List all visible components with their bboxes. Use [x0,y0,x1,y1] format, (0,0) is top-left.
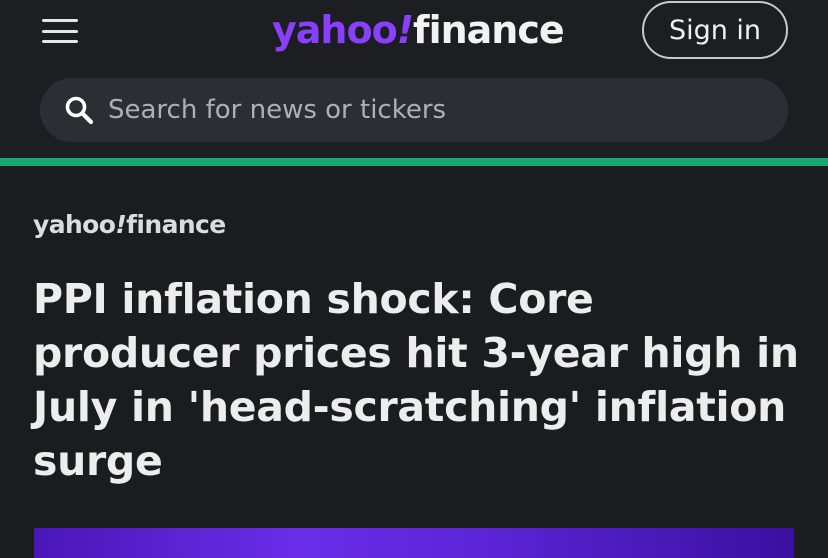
source-yahoo-text: yahoo [33,210,116,239]
article-container: yahoo!finance PPI inflation shock: Core … [0,166,828,558]
source-bang-text: ! [115,210,127,239]
article-headline: PPI inflation shock: Core producer price… [33,275,799,485]
top-header: yahoo!finance Sign in [0,0,828,160]
yahoo-finance-logo[interactable]: yahoo!finance [272,6,565,54]
menu-line [42,19,78,22]
hamburger-menu-icon[interactable] [40,14,80,48]
search-bar[interactable] [40,78,788,142]
menu-line [42,29,78,33]
logo-bang-text: ! [396,8,414,52]
accent-divider [0,158,828,166]
logo-finance-text: finance [413,8,565,52]
sign-in-button[interactable]: Sign in [642,1,788,59]
article-source-logo: yahoo!finance [33,208,226,242]
menu-line [42,40,78,43]
article-hero-image[interactable] [34,528,794,558]
source-finance-text: finance [126,210,226,239]
search-input[interactable] [108,78,768,142]
logo-yahoo-text: yahoo [272,8,398,52]
search-icon [65,96,94,125]
